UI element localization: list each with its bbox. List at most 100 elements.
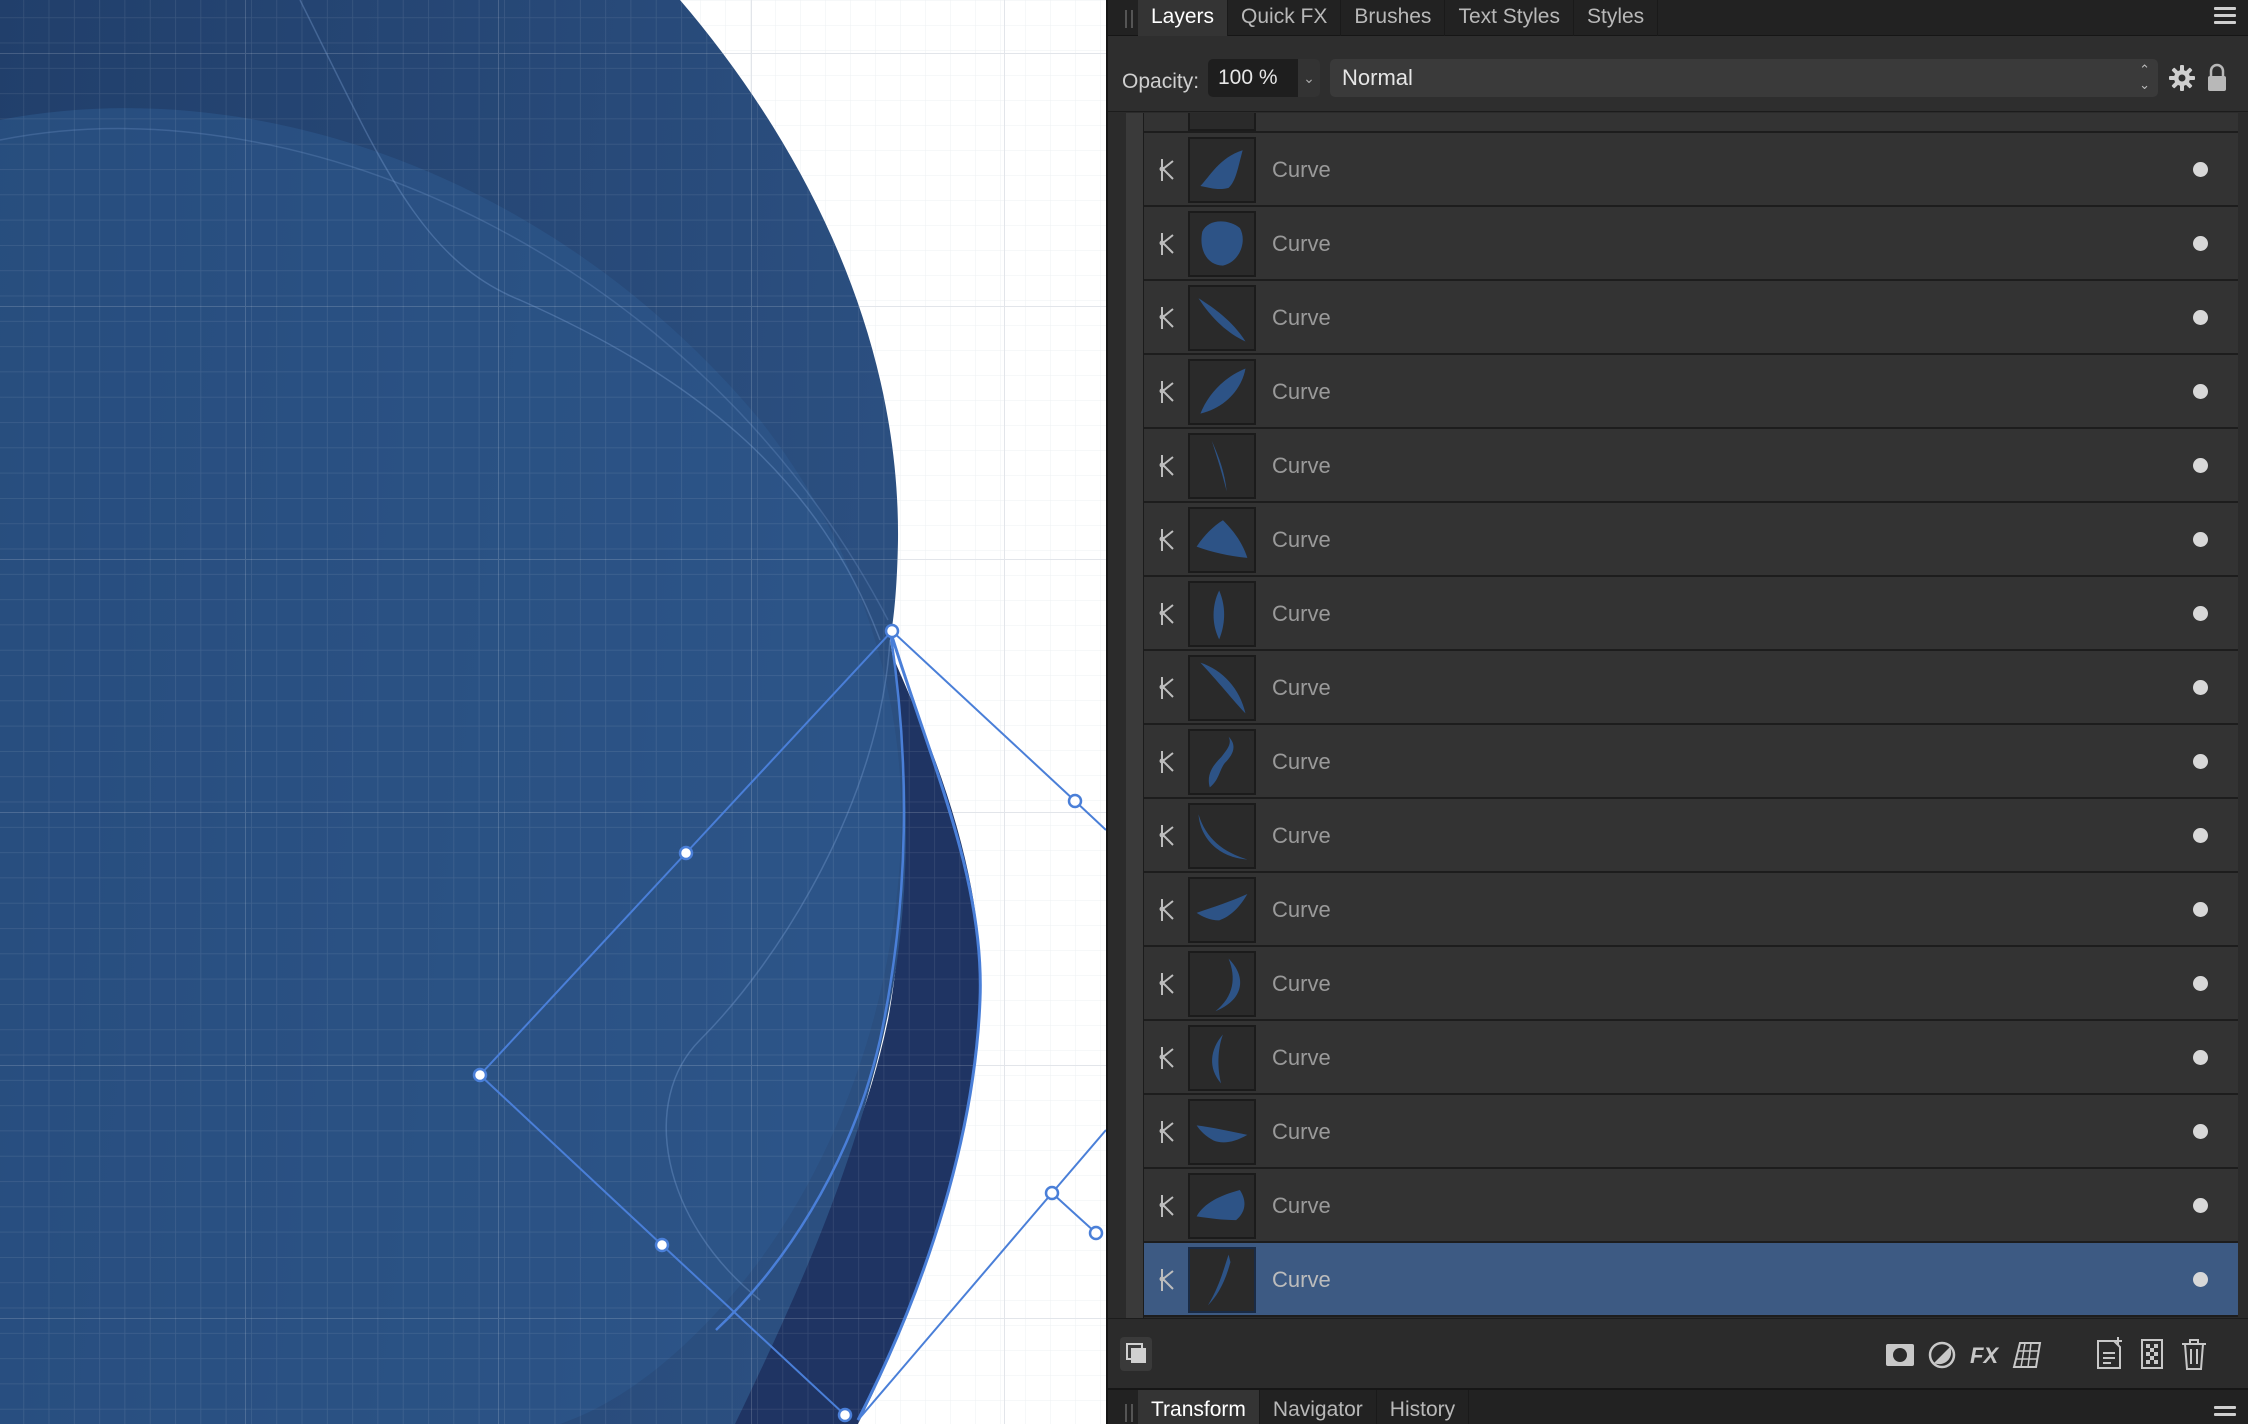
- opacity-input[interactable]: 100 %: [1208, 59, 1310, 97]
- blend-mode-value: Normal: [1342, 65, 1413, 90]
- layer-thumbnail: [1188, 137, 1256, 203]
- layer-thumbnail: [1188, 655, 1256, 721]
- vector-layer-icon: [1159, 603, 1174, 625]
- layer-thumbnail: [1188, 1247, 1256, 1313]
- layer-row[interactable]: Curve: [1144, 281, 2238, 355]
- visibility-toggle[interactable]: [2193, 310, 2208, 325]
- layer-row[interactable]: Curve: [1144, 1021, 2238, 1095]
- layer-row[interactable]: Curve: [1144, 355, 2238, 429]
- vector-layer-icon: [1159, 455, 1174, 477]
- layer-name: Curve: [1272, 897, 1331, 922]
- layer-thumbnail: [1188, 729, 1256, 795]
- layer-thumbnail: [1188, 803, 1256, 869]
- visibility-toggle[interactable]: [2193, 236, 2208, 251]
- layer-row[interactable]: Curve: [1144, 1169, 2238, 1243]
- layer-name: Curve: [1272, 379, 1331, 404]
- add-layer-icon[interactable]: [2094, 1337, 2126, 1371]
- layer-row[interactable]: Curve: [1144, 651, 2238, 725]
- visibility-toggle[interactable]: [2193, 754, 2208, 769]
- flag-thumbnail-shape: [1200, 150, 1243, 190]
- layer-thumbnail: [1188, 211, 1256, 277]
- visibility-toggle[interactable]: [2193, 1272, 2208, 1287]
- tab-brushes[interactable]: Brushes: [1341, 0, 1446, 36]
- layer-thumbnail: [1188, 507, 1256, 573]
- bottom-panel-menu-icon[interactable]: [2214, 1406, 2236, 1424]
- live-filter-icon[interactable]: [2010, 1337, 2042, 1371]
- visibility-toggle[interactable]: [2193, 976, 2208, 991]
- layer-name: Curve: [1272, 601, 1331, 626]
- layer-thumbnail: [1188, 951, 1256, 1017]
- layer-list-gutter: [1126, 113, 1144, 1318]
- vector-layer-icon: [1159, 1269, 1174, 1291]
- wing-thumbnail-shape: [1196, 1190, 1245, 1221]
- layer-row[interactable]: Curve: [1144, 947, 2238, 1021]
- panel-menu-icon[interactable]: [2214, 7, 2236, 25]
- panel-grip-handle[interactable]: [1125, 10, 1133, 28]
- layer-list[interactable]: Curve Curve Curve Curve Curve Curve Curve Curve…: [1126, 113, 2238, 1318]
- visibility-toggle[interactable]: [2193, 532, 2208, 547]
- tab-transform[interactable]: Transform: [1138, 1390, 1260, 1424]
- design-canvas[interactable]: [0, 0, 1106, 1424]
- add-pixel-layer-icon[interactable]: [2136, 1337, 2168, 1371]
- visibility-toggle[interactable]: [2193, 162, 2208, 177]
- vector-layer-icon: [1159, 1121, 1174, 1143]
- layer-thumbnail: [1188, 285, 1256, 351]
- leaf-up-thumbnail-shape: [1200, 368, 1246, 414]
- arc-right-thumbnail-shape: [1200, 662, 1246, 714]
- layer-thumbnail: [1188, 877, 1256, 943]
- layer-row[interactable]: Curve: [1144, 1243, 2238, 1317]
- layer-stack-icon[interactable]: [1120, 1337, 1152, 1371]
- layer-options-bar: Opacity: 100 % ⌄ Normal ⌃ ⌄: [1108, 36, 2248, 112]
- vector-layer-icon: [1159, 159, 1174, 181]
- layer-name: Curve: [1272, 527, 1331, 552]
- opacity-dropdown-button[interactable]: ⌄: [1298, 59, 1320, 97]
- visibility-toggle[interactable]: [2193, 902, 2208, 917]
- layer-name: Curve: [1272, 1045, 1331, 1070]
- bottom-panel-grip-handle[interactable]: [1125, 1404, 1133, 1422]
- layer-row[interactable]: Curve: [1144, 503, 2238, 577]
- vector-layer-icon: [1159, 233, 1174, 255]
- gear-icon[interactable]: [2168, 64, 2196, 92]
- visibility-toggle[interactable]: [2193, 458, 2208, 473]
- layer-row[interactable]: Curve: [1144, 725, 2238, 799]
- blend-mode-select[interactable]: Normal ⌃ ⌄: [1330, 59, 2158, 97]
- layer-row[interactable]: Curve: [1144, 207, 2238, 281]
- flat-wedge-thumbnail-shape: [1196, 894, 1248, 921]
- sliver-thumbnail-shape: [1211, 440, 1227, 492]
- visibility-toggle[interactable]: [2193, 1198, 2208, 1213]
- lock-icon[interactable]: [2206, 63, 2228, 93]
- layers-panel: Layers Quick FX Brushes Text Styles Styles O…: [1106, 0, 2248, 1424]
- tab-quick-fx[interactable]: Quick FX: [1228, 0, 1342, 36]
- layer-row-partial[interactable]: [1144, 113, 2238, 133]
- bottom-panel-tab-bar: Transform Navigator History: [1108, 1388, 2248, 1424]
- vector-layer-icon: [1159, 381, 1174, 403]
- layer-name: Curve: [1272, 453, 1331, 478]
- tab-navigator[interactable]: Navigator: [1260, 1390, 1377, 1424]
- adjustment-icon[interactable]: [1926, 1337, 1958, 1371]
- layer-row[interactable]: Curve: [1144, 577, 2238, 651]
- visibility-toggle[interactable]: [2193, 680, 2208, 695]
- visibility-toggle[interactable]: [2193, 1124, 2208, 1139]
- layer-row[interactable]: Curve: [1144, 799, 2238, 873]
- layer-row[interactable]: Curve: [1144, 133, 2238, 207]
- layer-row[interactable]: Curve: [1144, 873, 2238, 947]
- crescent-right-thumbnail-shape: [1215, 958, 1241, 1012]
- tab-text-styles[interactable]: Text Styles: [1445, 0, 1574, 36]
- mask-layer-icon[interactable]: [1884, 1337, 1916, 1371]
- layer-row[interactable]: Curve: [1144, 1095, 2238, 1169]
- visibility-toggle[interactable]: [2193, 606, 2208, 621]
- tab-layers[interactable]: Layers: [1138, 0, 1229, 36]
- canvas-artwork[interactable]: [0, 0, 1106, 1424]
- delete-layer-icon[interactable]: [2178, 1337, 2210, 1371]
- layer-thumbnail: [1188, 1025, 1256, 1091]
- visibility-toggle[interactable]: [2193, 384, 2208, 399]
- tab-styles[interactable]: Styles: [1574, 0, 1659, 36]
- fx-icon[interactable]: FX: [1968, 1337, 2000, 1371]
- visibility-toggle[interactable]: [2193, 1050, 2208, 1065]
- layer-thumbnail: [1188, 433, 1256, 499]
- tab-history[interactable]: History: [1377, 1390, 1470, 1424]
- layer-row[interactable]: Curve: [1144, 429, 2238, 503]
- vector-layer-icon: [1159, 677, 1174, 699]
- layer-name: Curve: [1272, 231, 1331, 256]
- visibility-toggle[interactable]: [2193, 828, 2208, 843]
